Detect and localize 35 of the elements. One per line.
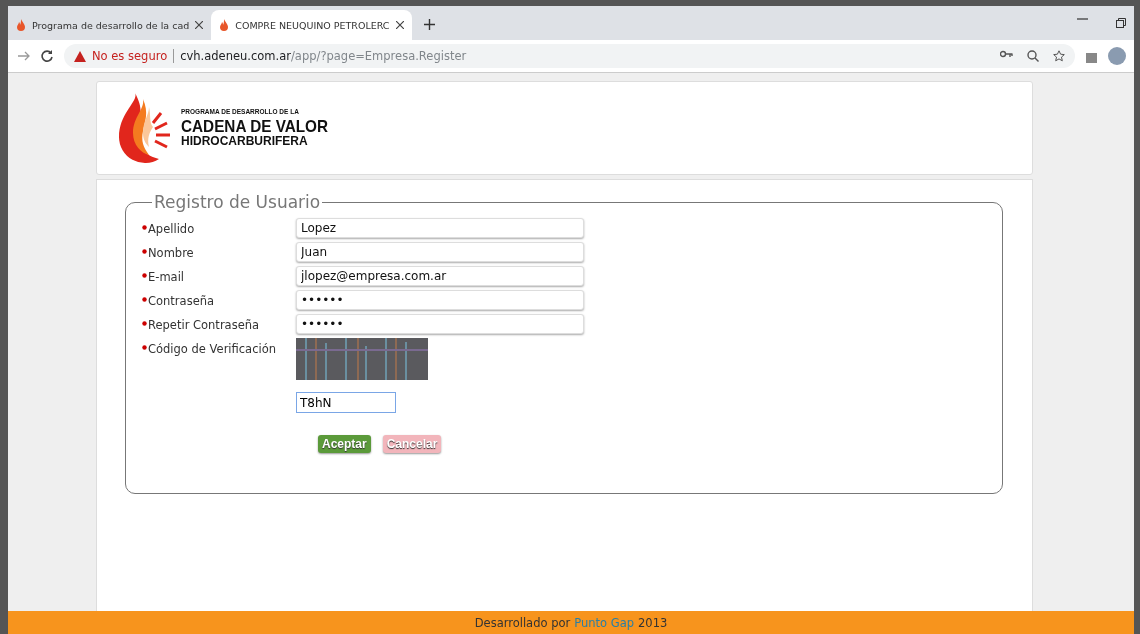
warning-icon <box>74 50 86 62</box>
logo-title: CADENA DE VALOR <box>181 118 329 136</box>
input-field[interactable]: •••••• <box>296 290 584 310</box>
security-text: No es seguro <box>92 49 168 63</box>
key-icon[interactable] <box>1000 50 1013 58</box>
close-icon[interactable] <box>195 21 204 29</box>
field-label: Contraseña <box>142 290 296 308</box>
input-field[interactable]: Lopez <box>296 218 584 238</box>
restore-icon[interactable] <box>1116 18 1126 28</box>
logo-subtitle: HIDROCARBURIFERA <box>181 135 309 148</box>
flame-icon <box>16 18 26 32</box>
url-host[interactable]: cvh.adeneu.com.ar <box>180 49 291 63</box>
field-label: Repetir Contraseña <box>142 314 296 332</box>
reload-icon[interactable] <box>40 49 54 63</box>
star-icon[interactable] <box>1053 50 1065 62</box>
security-warning[interactable]: No es seguro <box>74 49 168 63</box>
field-label: Nombre <box>142 242 296 260</box>
close-icon[interactable] <box>395 21 404 29</box>
input-field[interactable]: Juan <box>296 242 584 262</box>
plus-icon[interactable] <box>423 19 435 30</box>
footer-text: Desarrollado por <box>474 615 571 630</box>
browser-tab[interactable]: Programa de desarrollo de la cad <box>8 10 212 40</box>
footer-year: 2013 <box>638 615 668 630</box>
input-field[interactable]: •••••• <box>296 314 584 334</box>
input-field[interactable]: jlopez@empresa.com.ar <box>296 266 584 286</box>
browser-tab[interactable]: COMPRE NEUQUINO PETROLERC <box>211 10 412 40</box>
field-label: Apellido <box>142 218 296 236</box>
avatar-icon[interactable] <box>1108 47 1126 65</box>
field-label: Código de Verificación <box>142 338 296 356</box>
form-legend: Registro de Usuario <box>152 192 323 212</box>
field-label: E-mail <box>142 266 296 284</box>
zoom-icon[interactable] <box>1027 50 1039 62</box>
flame-icon <box>219 18 230 32</box>
captcha-input[interactable]: T8hN <box>296 392 396 413</box>
forward-arrow-icon[interactable] <box>18 51 30 61</box>
